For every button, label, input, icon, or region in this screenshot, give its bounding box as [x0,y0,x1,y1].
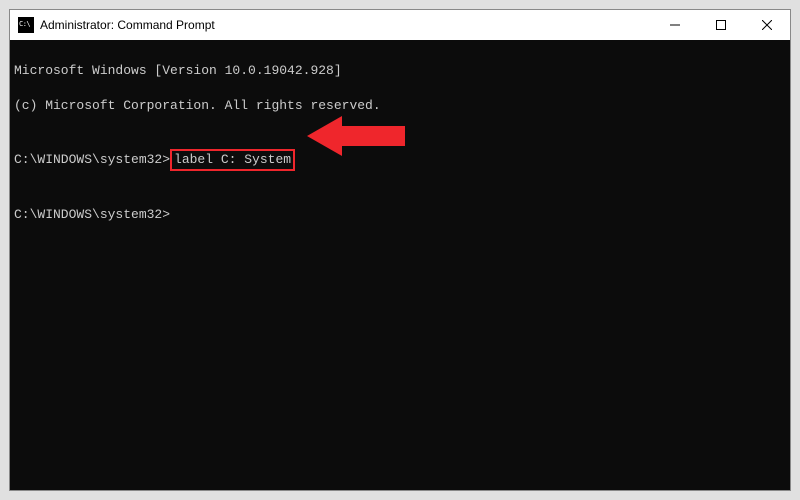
highlighted-command: label C: System [170,149,295,171]
minimize-button[interactable] [652,10,698,40]
maximize-button[interactable] [698,10,744,40]
command-prompt-window: Administrator: Command Prompt Microsoft … [9,9,791,491]
close-button[interactable] [744,10,790,40]
cmd-icon [18,17,34,33]
titlebar[interactable]: Administrator: Command Prompt [10,10,790,40]
prompt-line: C:\WINDOWS\system32> [14,206,786,224]
window-controls [652,10,790,40]
prompt-line: C:\WINDOWS\system32>label C: System [14,149,786,171]
output-line: Microsoft Windows [Version 10.0.19042.92… [14,62,786,80]
window-title: Administrator: Command Prompt [40,18,652,32]
prompt-path: C:\WINDOWS\system32> [14,152,170,167]
output-line: (c) Microsoft Corporation. All rights re… [14,97,786,115]
terminal-area[interactable]: Microsoft Windows [Version 10.0.19042.92… [10,40,790,490]
